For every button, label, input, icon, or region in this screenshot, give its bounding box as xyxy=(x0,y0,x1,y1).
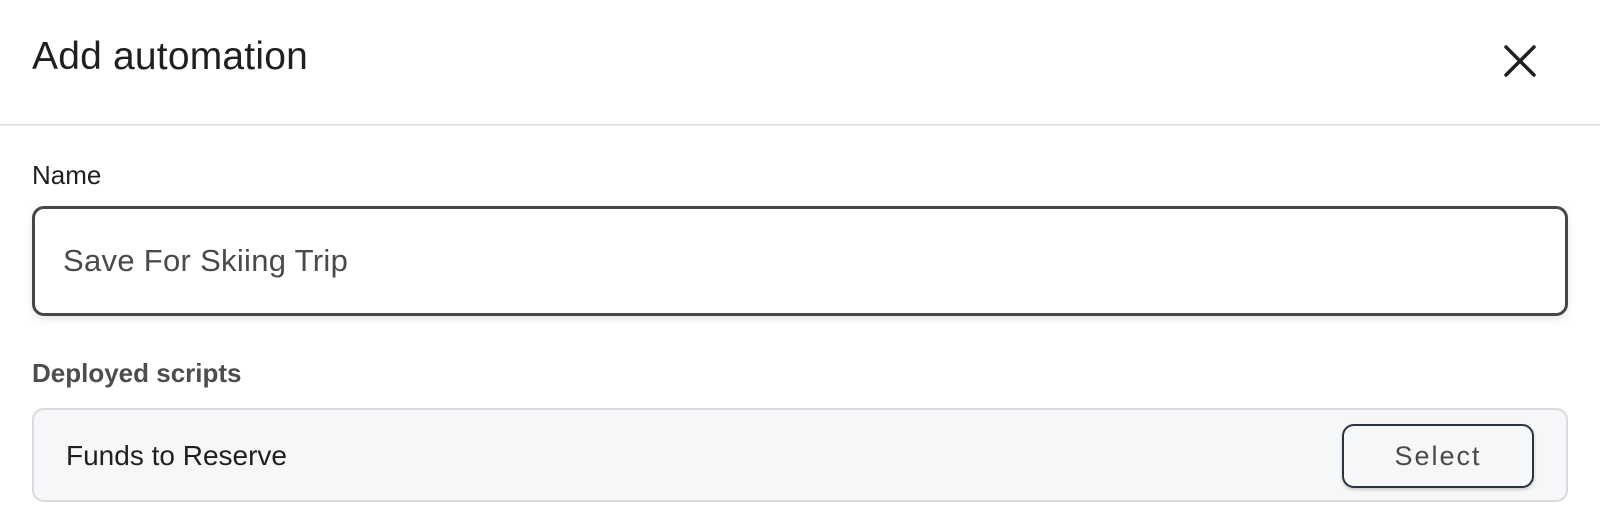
add-automation-modal: Add automation Name Deployed scripts Fun… xyxy=(0,0,1600,522)
close-icon xyxy=(1503,44,1537,81)
modal-title: Add automation xyxy=(32,35,308,78)
modal-header: Add automation xyxy=(0,0,1600,126)
deployed-scripts-label: Deployed scripts xyxy=(32,358,242,388)
name-input-container[interactable] xyxy=(32,206,1568,316)
close-button[interactable] xyxy=(1496,38,1544,86)
name-input[interactable] xyxy=(63,209,1533,313)
modal-body: Name Deployed scripts Funds to Reserve S… xyxy=(0,128,1600,522)
name-label: Name xyxy=(32,160,102,190)
script-name: Funds to Reserve xyxy=(66,440,287,471)
deployed-script-row: Funds to Reserve Select xyxy=(32,408,1568,502)
select-script-button[interactable]: Select xyxy=(1342,424,1534,488)
